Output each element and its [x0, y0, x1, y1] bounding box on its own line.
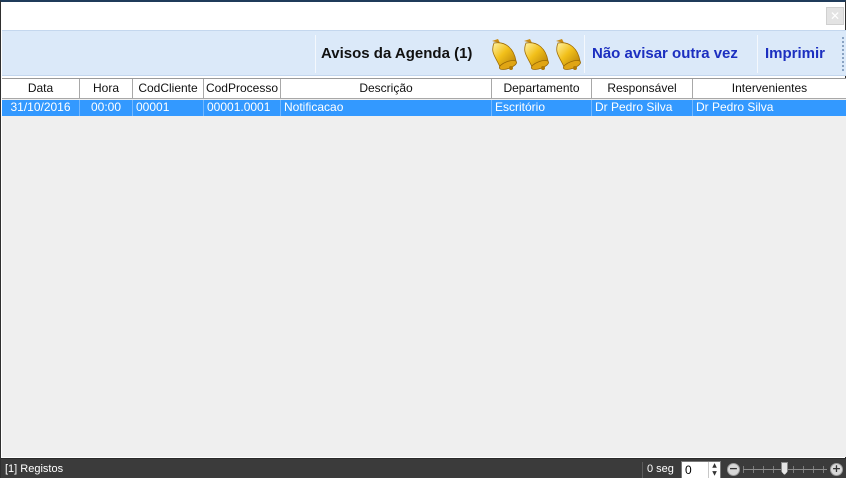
bell-icon [492, 39, 581, 70]
dont-warn-again-button[interactable]: Não avisar outra vez [592, 45, 738, 62]
column-header-responsavel[interactable]: Responsável [592, 79, 693, 99]
column-header-codcliente[interactable]: CodCliente [133, 79, 204, 99]
grid-header: Data Hora CodCliente CodProcesso Descriç… [2, 79, 846, 99]
stepper-arrows[interactable]: ▲ ▼ [708, 462, 720, 478]
status-bar: [1] Registos 0 seg 0 ▲ ▼ − + [1, 458, 846, 478]
close-button[interactable]: ✕ [826, 7, 844, 25]
column-header-hora[interactable]: Hora [80, 79, 133, 99]
toolbar-separator [757, 35, 758, 73]
record-count: [1] Registos [5, 463, 64, 475]
print-button[interactable]: Imprimir [765, 45, 825, 62]
cell-data: 31/10/2016 [2, 100, 80, 116]
toolbar: Avisos da Agenda (1) Não avisar outra ve… [2, 30, 846, 76]
toolbar-separator [584, 35, 585, 73]
column-header-codprocesso[interactable]: CodProcesso [204, 79, 281, 99]
agenda-grid[interactable]: Data Hora CodCliente CodProcesso Descriç… [2, 78, 846, 457]
seconds-label: 0 seg [647, 463, 674, 475]
column-header-departamento[interactable]: Departamento [492, 79, 592, 99]
cell-responsavel: Dr Pedro Silva [592, 100, 693, 116]
toolbar-separator [315, 35, 316, 73]
cell-descricao: Notificacao [281, 100, 492, 116]
seconds-stepper-value[interactable]: 0 [685, 463, 692, 477]
zoom-out-button[interactable]: − [727, 463, 740, 476]
seconds-stepper[interactable]: 0 ▲ ▼ [681, 461, 721, 478]
chevron-down-icon[interactable]: ▼ [709, 470, 720, 478]
chevron-up-icon[interactable]: ▲ [709, 462, 720, 470]
cell-codcliente: 00001 [133, 100, 204, 116]
column-header-descricao[interactable]: Descrição [281, 79, 492, 99]
table-row[interactable]: 31/10/2016 00:00 00001 00001.0001 Notifi… [2, 100, 846, 116]
column-header-data[interactable]: Data [2, 79, 80, 99]
cell-codprocesso: 00001.0001 [204, 100, 281, 116]
cell-intervenientes: Dr Pedro Silva [696, 100, 774, 114]
zoom-in-button[interactable]: + [830, 463, 843, 476]
cell-departamento: Escritório [492, 100, 592, 116]
close-icon: ✕ [829, 9, 841, 23]
status-separator [642, 462, 643, 478]
toolbar-grip[interactable] [842, 37, 844, 71]
agenda-alerts-title: Avisos da Agenda (1) [321, 45, 473, 62]
notifications-window: ✕ Avisos da Agenda (1) Não avisar outra … [0, 0, 846, 478]
column-header-intervenientes[interactable]: Intervenientes [693, 79, 846, 99]
cell-hora: 00:00 [80, 100, 133, 116]
zoom-slider-thumb[interactable] [781, 462, 788, 475]
